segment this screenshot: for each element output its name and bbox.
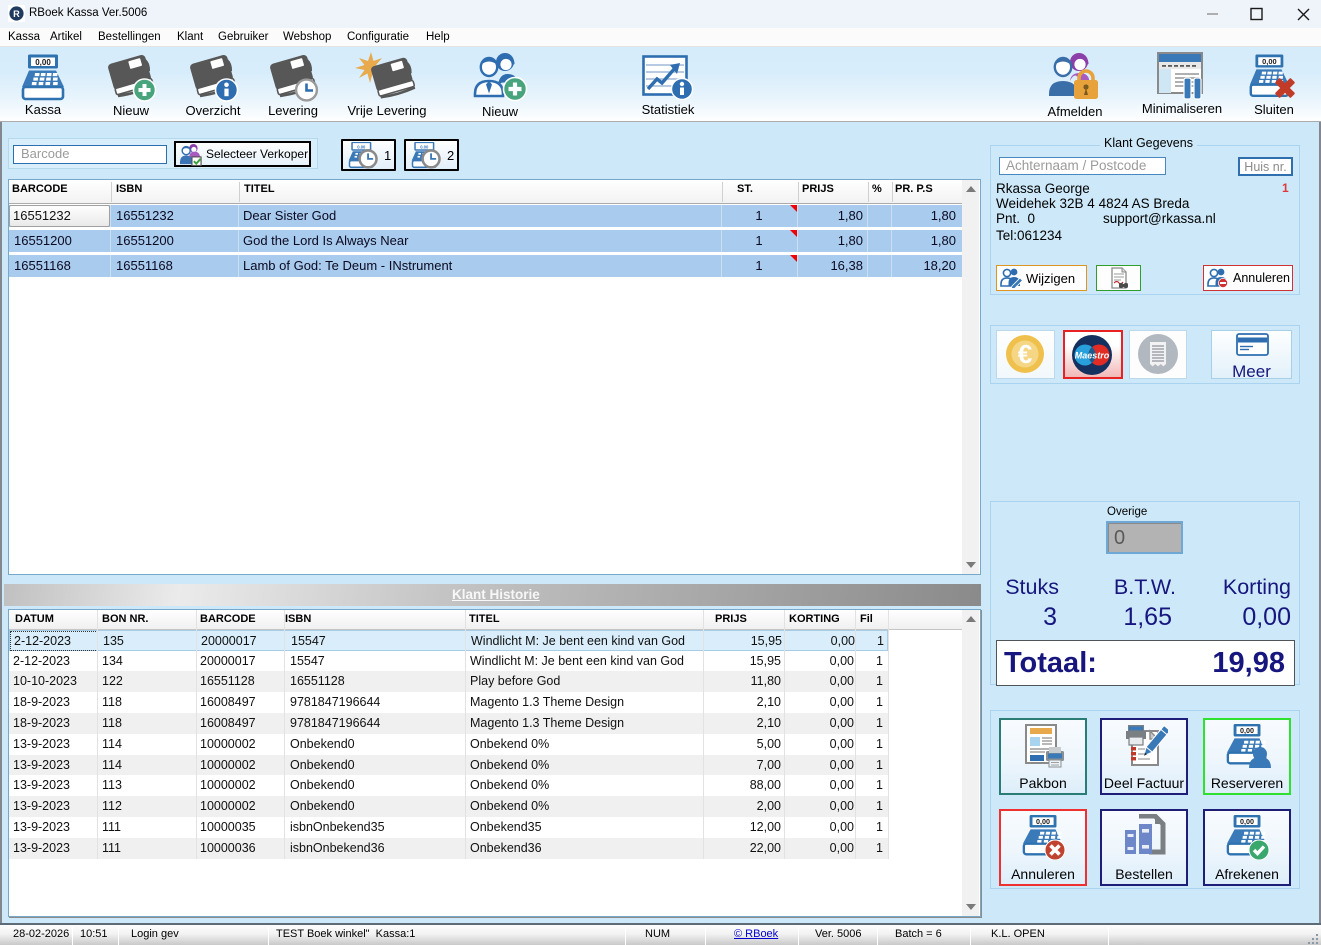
svg-text:R: R <box>13 9 20 19</box>
svg-text:0,00: 0,00 <box>1240 817 1254 826</box>
svg-text:0,00: 0,00 <box>1262 57 1276 66</box>
svg-text:0,00: 0,00 <box>1036 817 1050 826</box>
svg-text:€: € <box>1018 339 1032 369</box>
svg-text:0,00: 0,00 <box>35 58 51 67</box>
svg-text:Maestro: Maestro <box>1075 350 1110 360</box>
svg-text:0.00: 0.00 <box>420 144 429 149</box>
svg-text:0,00: 0,00 <box>1240 726 1254 735</box>
svg-text:0.00: 0.00 <box>357 144 366 149</box>
